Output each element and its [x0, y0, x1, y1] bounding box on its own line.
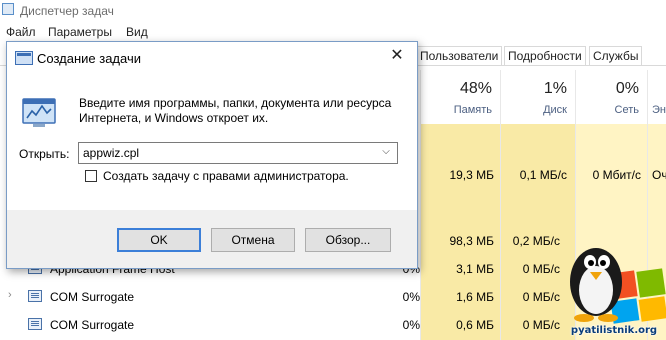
- disk-cell: 0,1 МБ/с: [519, 168, 567, 182]
- task-manager-icon: [2, 3, 14, 15]
- process-icon: [28, 290, 42, 302]
- mem-cell: 3,1 МБ: [456, 262, 494, 276]
- process-icon: [28, 318, 42, 330]
- admin-checkbox-label[interactable]: Создать задачу с правами администратора.: [103, 169, 349, 183]
- memory-label: Память: [453, 104, 492, 116]
- dialog-title: Создание задачи: [37, 51, 141, 66]
- process-name: COM Surrogate: [50, 318, 135, 332]
- network-label: Сеть: [614, 104, 639, 116]
- disk-percent: 1%: [543, 80, 567, 97]
- cpu-cell: 0%: [402, 318, 420, 332]
- open-input[interactable]: appwiz.cpl: [83, 146, 139, 160]
- mem-cell: 1,6 МБ: [456, 290, 494, 304]
- menu-file[interactable]: Файл: [6, 25, 36, 39]
- cancel-button[interactable]: Отмена: [211, 228, 295, 252]
- task-manager-titlebar: Диспетчер задач: [0, 0, 666, 22]
- column-energy[interactable]: Эн: [647, 70, 666, 124]
- energy-label: Эн: [652, 104, 666, 116]
- open-combobox[interactable]: appwiz.cpl ⌵: [78, 142, 398, 164]
- chevron-down-icon[interactable]: ⌵: [379, 146, 393, 160]
- task-manager-menubar: Файл Параметры Вид: [0, 22, 666, 42]
- dialog-body: Введите имя программы, папки, документа …: [7, 72, 417, 210]
- expand-chevron-icon[interactable]: ›: [8, 289, 12, 301]
- process-name: COM Surrogate: [50, 290, 135, 304]
- mem-cell: 19,3 МБ: [449, 168, 494, 182]
- menu-view[interactable]: Вид: [126, 25, 148, 39]
- logo-text: pyatilistnik.org: [570, 325, 658, 336]
- menu-options[interactable]: Параметры: [48, 25, 112, 39]
- column-disk[interactable]: 1% Диск: [500, 70, 575, 124]
- cpu-cell: 0%: [402, 290, 420, 304]
- admin-checkbox[interactable]: [85, 170, 97, 182]
- disk-label: Диск: [543, 104, 567, 116]
- dialog-titlebar[interactable]: Создание задачи ✕: [7, 42, 417, 72]
- close-icon[interactable]: ✕: [377, 42, 417, 70]
- tab-details[interactable]: Подробности: [504, 46, 586, 66]
- mem-cell: 98,3 МБ: [449, 234, 494, 248]
- open-label: Открыть:: [19, 147, 70, 161]
- tab-users[interactable]: Пользователи: [416, 46, 503, 66]
- energy-cell: Оч: [652, 168, 666, 182]
- net-cell: 0 Мбит/с: [592, 168, 641, 182]
- tab-services[interactable]: Службы: [589, 46, 643, 66]
- column-network[interactable]: 0% Сеть: [575, 70, 647, 124]
- disk-cell: 0 МБ/с: [522, 290, 560, 304]
- ok-button[interactable]: OK: [117, 228, 201, 252]
- run-program-icon: [22, 98, 56, 127]
- site-logo: pyatilistnik.org: [562, 232, 666, 340]
- mem-cell: 0,6 МБ: [456, 318, 494, 332]
- dialog-description: Введите имя программы, папки, документа …: [79, 96, 392, 125]
- network-percent: 0%: [615, 80, 639, 97]
- create-task-dialog: Создание задачи ✕ Введите имя программы,…: [6, 41, 418, 269]
- disk-cell: 0,2 МБ/с: [512, 234, 560, 248]
- browse-button[interactable]: Обзор...: [305, 228, 391, 252]
- penguin-logo-icon: [570, 248, 666, 324]
- disk-cell: 0 МБ/с: [522, 318, 560, 332]
- task-manager-title: Диспетчер задач: [20, 4, 114, 18]
- column-memory[interactable]: 48% Память: [420, 70, 500, 124]
- memory-percent: 48%: [459, 80, 492, 97]
- disk-cell: 0 МБ/с: [522, 262, 560, 276]
- run-icon: [15, 51, 33, 65]
